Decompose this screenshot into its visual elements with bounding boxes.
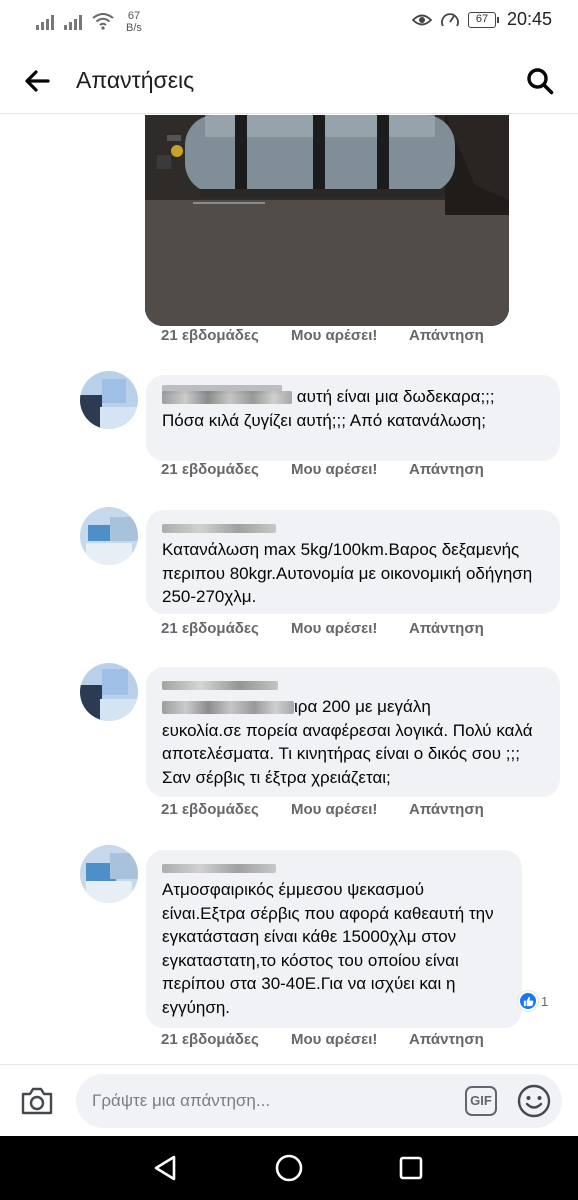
reply-button[interactable]: Απάντηση: [409, 327, 484, 344]
comment-text: Κατανάλωση max 5kg/100km.Βαρος δεξαμενής…: [162, 540, 533, 606]
home-circle-icon: [275, 1154, 303, 1182]
back-triangle-icon: [154, 1155, 176, 1181]
nav-recents-button[interactable]: [393, 1150, 429, 1186]
replies-list[interactable]: 21 εβδομάδες Μου αρέσει! Απάντηση αυτή ε…: [0, 115, 578, 1065]
back-button[interactable]: [20, 64, 54, 98]
like-button[interactable]: Μου αρέσει!: [291, 620, 409, 637]
signal-icon: [36, 14, 54, 30]
commenter-name-blurred[interactable]: [162, 860, 506, 878]
status-left: 67 B/s: [36, 10, 142, 34]
blurred-text: [162, 701, 294, 715]
like-button[interactable]: Μου αρέσει!: [291, 461, 409, 478]
battery-level: 67: [467, 11, 496, 28]
timestamp: 21 εβδομάδες: [161, 801, 259, 818]
comment-bubble[interactable]: αυτή είναι μια δωδεκαρα;;; Πόσα κιλά ζυγ…: [146, 375, 560, 461]
reaction-summary[interactable]: 1: [518, 991, 548, 1011]
avatar[interactable]: [80, 371, 138, 429]
camera-icon: [21, 1087, 53, 1115]
status-bar: 67 B/s 67 20:45: [0, 0, 578, 46]
comment-meta: 21 εβδομάδες Μου αρέσει! Απάντηση: [161, 1031, 484, 1048]
eye-icon: [411, 14, 432, 25]
wifi-icon: [92, 13, 114, 30]
reply-button[interactable]: Απάντηση: [409, 620, 484, 637]
app-header: Απαντήσεις: [0, 46, 578, 114]
signal-icon: [64, 14, 82, 30]
camera-button[interactable]: [18, 1082, 56, 1120]
avatar[interactable]: [80, 845, 138, 903]
system-nav-bar: [0, 1136, 578, 1200]
search-icon: [527, 68, 554, 95]
nav-back-button[interactable]: [147, 1150, 183, 1186]
comment-meta: 21 εβδομάδες Μου αρέσει! Απάντηση: [161, 620, 484, 637]
battery-icon: 67: [467, 11, 499, 28]
comment-photo[interactable]: [145, 115, 509, 326]
timestamp: 21 εβδομάδες: [161, 327, 259, 344]
commenter-name-blurred[interactable]: [162, 520, 544, 538]
reply-input[interactable]: [92, 1074, 452, 1128]
emoji-icon[interactable]: [516, 1083, 552, 1119]
photo-meta: 21 εβδομάδες Μου αρέσει! Απάντηση: [161, 327, 484, 344]
avatar[interactable]: [80, 507, 138, 565]
comment-text: ιρα 200 με μεγάλη ευκολία.σε πορεία αναφ…: [162, 695, 544, 789]
comment-meta: 21 εβδομάδες Μου αρέσει! Απάντηση: [161, 461, 484, 478]
thumbs-up-icon: [518, 991, 538, 1011]
gauge-icon: [441, 12, 459, 26]
timestamp: 21 εβδομάδες: [161, 1031, 259, 1048]
comment-text: αυτή είναι μια δωδεκαρα;;; Πόσα κιλά ζυγ…: [162, 385, 544, 432]
comment-bubble[interactable]: Κατανάλωση max 5kg/100km.Βαρος δεξαμενής…: [146, 510, 560, 614]
gif-button[interactable]: GIF: [465, 1086, 497, 1116]
like-button[interactable]: Μου αρέσει!: [291, 801, 409, 818]
net-speed-unit: B/s: [126, 22, 142, 34]
comment-bubble[interactable]: Ατμοσφαιρικός έμμεσου ψεκασμού είναι.Εξτ…: [146, 850, 522, 1028]
commenter-name-blurred[interactable]: [162, 677, 544, 695]
recents-square-icon: [399, 1156, 423, 1180]
timestamp: 21 εβδομάδες: [161, 620, 259, 637]
reaction-count: 1: [541, 993, 549, 1009]
reply-field[interactable]: GIF: [76, 1074, 562, 1128]
avatar[interactable]: [80, 663, 138, 721]
arrow-left-icon: [25, 70, 50, 92]
reply-button[interactable]: Απάντηση: [409, 1031, 484, 1048]
page-title: Απαντήσεις: [76, 67, 195, 93]
comment-meta: 21 εβδομάδες Μου αρέσει! Απάντηση: [161, 801, 484, 818]
net-speed-value: 67: [127, 10, 141, 22]
status-right: 67 20:45: [411, 9, 552, 30]
like-button[interactable]: Μου αρέσει!: [291, 327, 409, 344]
reply-button[interactable]: Απάντηση: [409, 801, 484, 818]
net-speed: 67 B/s: [126, 10, 142, 34]
comment-bubble[interactable]: ιρα 200 με μεγάλη ευκολία.σε πορεία αναφ…: [146, 667, 560, 797]
timestamp: 21 εβδομάδες: [161, 461, 259, 478]
reply-button[interactable]: Απάντηση: [409, 461, 484, 478]
like-button[interactable]: Μου αρέσει!: [291, 1031, 409, 1048]
clock: 20:45: [506, 9, 552, 29]
blurred-text: [162, 391, 292, 405]
nav-home-button[interactable]: [271, 1150, 307, 1186]
search-button[interactable]: [522, 63, 558, 99]
reply-composer: GIF: [0, 1064, 578, 1136]
comment-text: Ατμοσφαιρικός έμμεσου ψεκασμού είναι.Εξτ…: [162, 880, 494, 1017]
